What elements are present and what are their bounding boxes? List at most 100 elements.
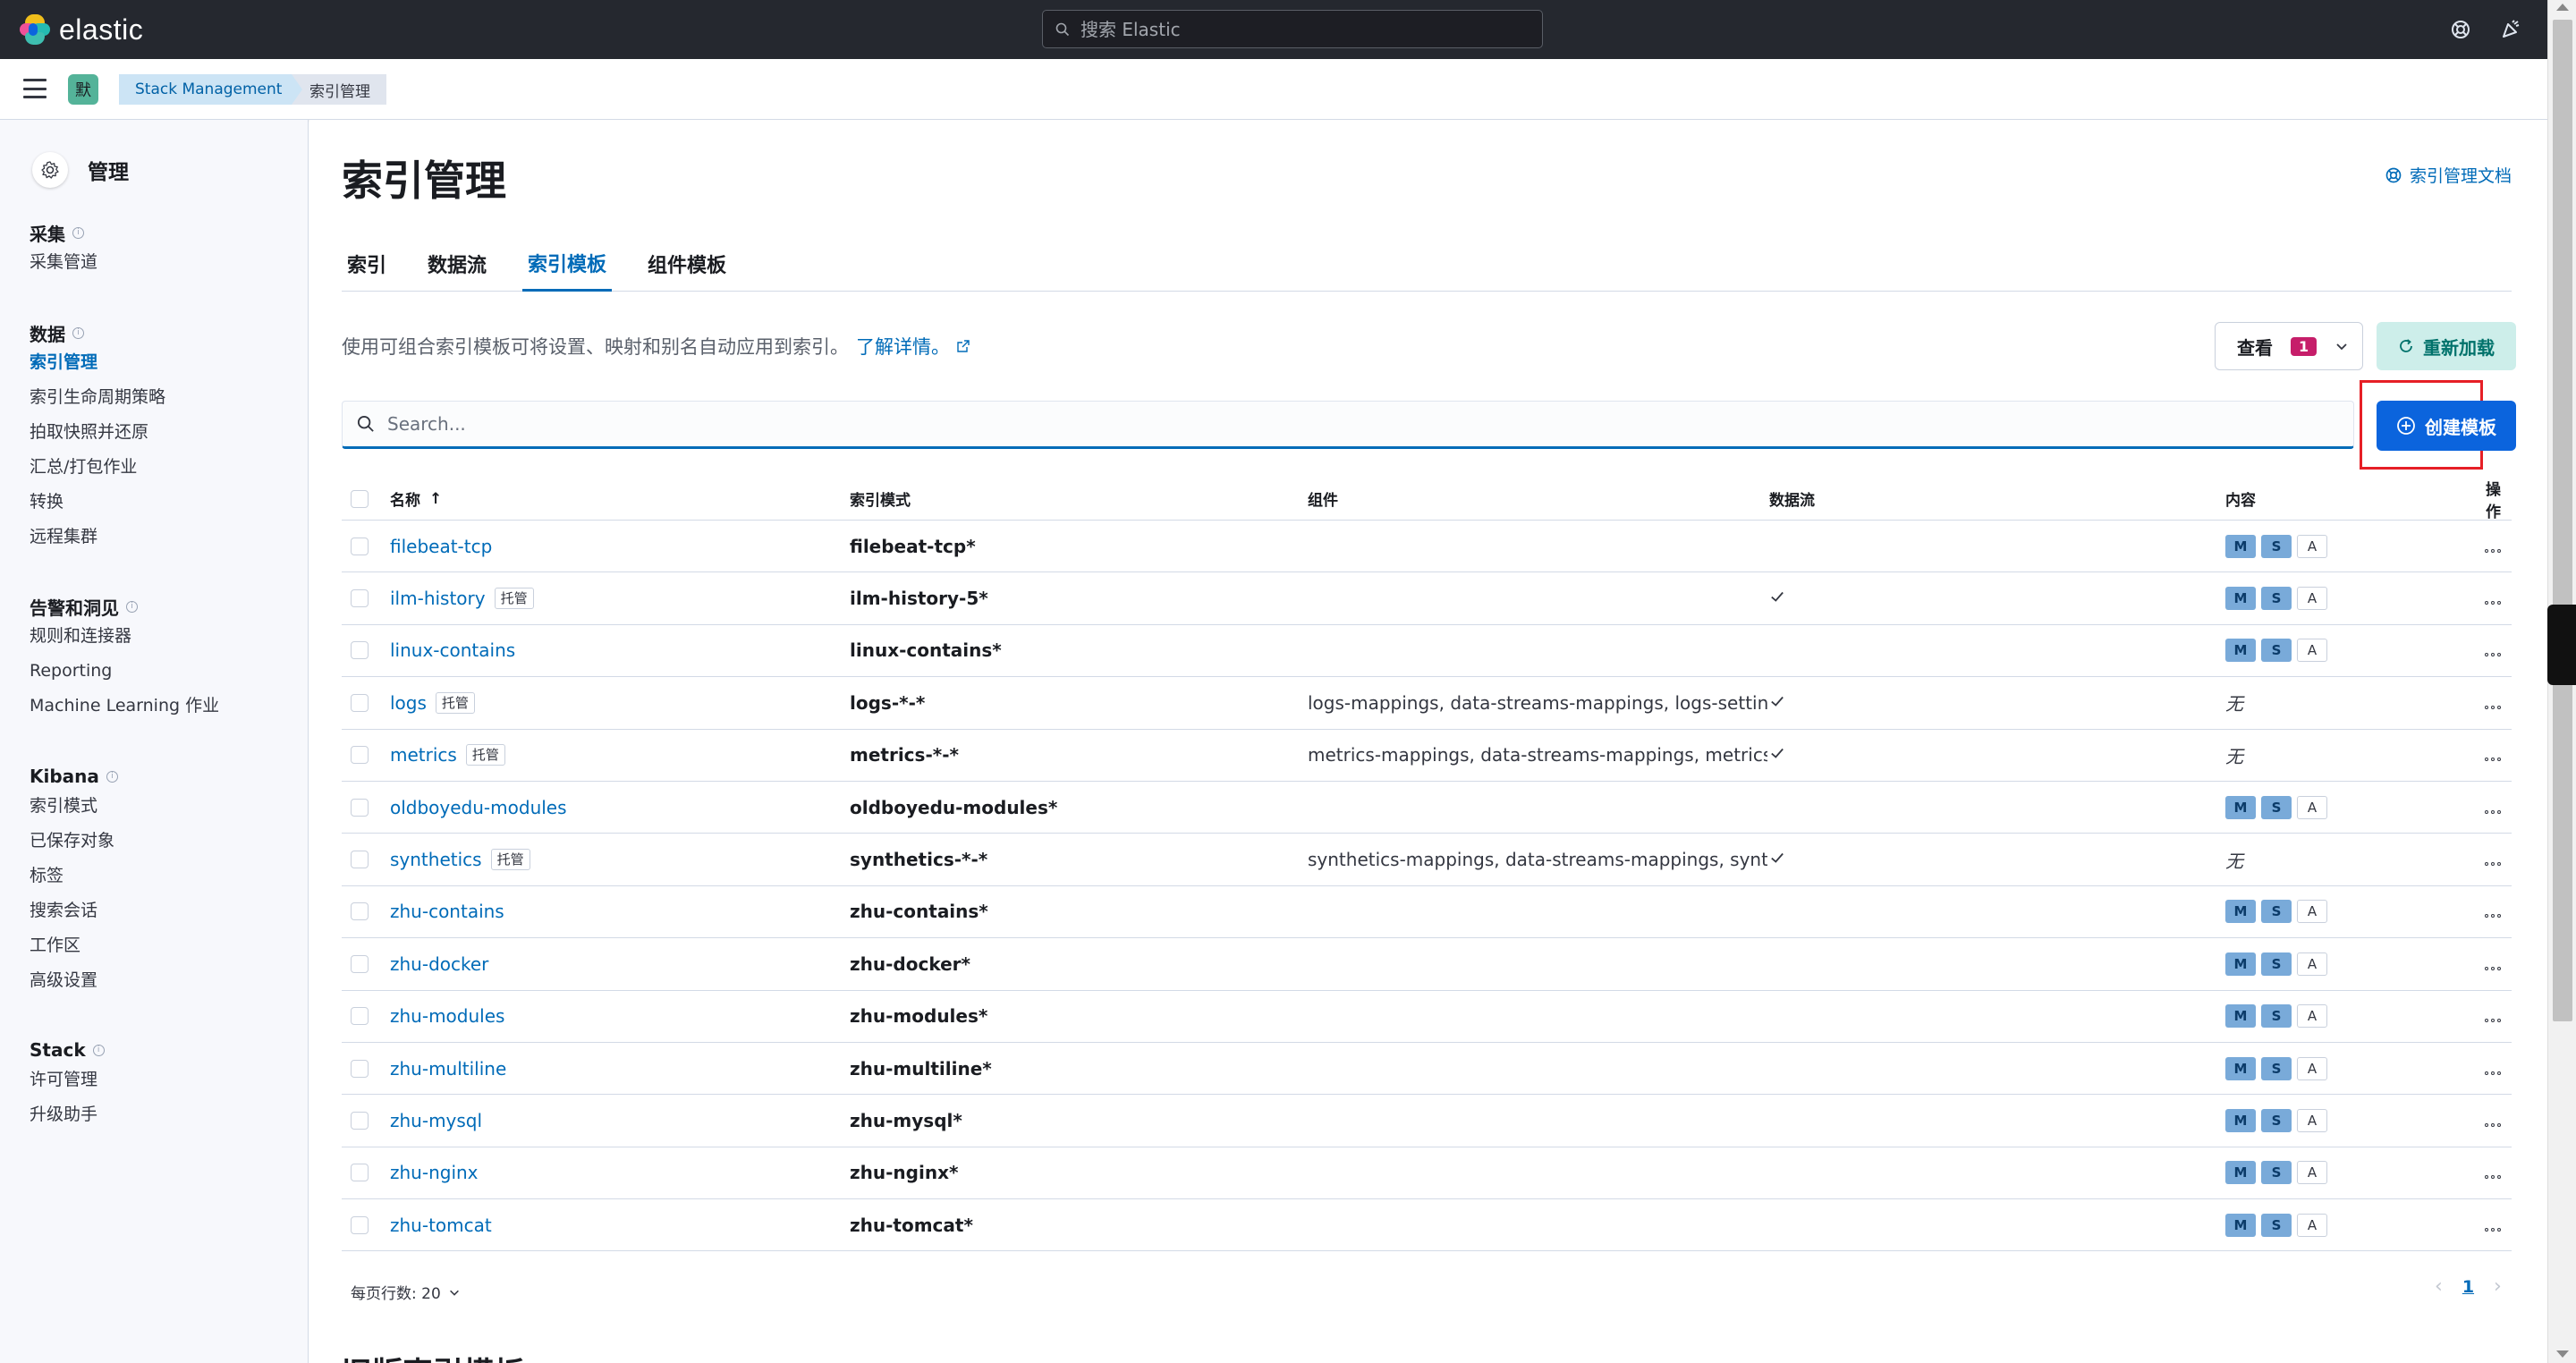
row-checkbox[interactable]	[351, 641, 369, 660]
sidebar-item-index-management[interactable]: 索引管理	[30, 345, 165, 380]
row-checkbox[interactable]	[351, 537, 369, 555]
content-cell: MSA	[2225, 639, 2472, 663]
sidebar-item-tags[interactable]: 标签	[30, 859, 118, 893]
row-checkbox[interactable]	[351, 1215, 369, 1234]
template-name-link[interactable]: zhu-mysql	[390, 1110, 482, 1131]
row-actions-icon[interactable]	[2485, 862, 2501, 867]
row-checkbox[interactable]	[351, 1111, 369, 1130]
row-checkbox[interactable]	[351, 1007, 369, 1026]
sidebar-item-remote-clusters[interactable]: 远程集群	[30, 520, 165, 555]
row-checkbox[interactable]	[351, 1059, 369, 1078]
sidebar-item-license-management[interactable]: 许可管理	[30, 1062, 105, 1097]
scroll-up-icon[interactable]	[2556, 4, 2569, 11]
template-name-link[interactable]: zhu-nginx	[390, 1162, 479, 1183]
sidebar-item-snapshot-restore[interactable]: 拍取快照并还原	[30, 415, 165, 450]
sidebar-item-ingest-pipelines[interactable]: 采集管道	[30, 245, 97, 280]
learn-more-link[interactable]: 了解详情。	[856, 333, 950, 360]
sidebar-item-index-patterns[interactable]: 索引模式	[30, 789, 118, 824]
info-icon[interactable]: i	[72, 226, 84, 239]
tab-indices[interactable]: 索引	[342, 236, 392, 292]
news-feed-icon[interactable]	[2498, 17, 2523, 42]
template-name-link[interactable]: metrics	[390, 744, 457, 766]
row-actions-icon[interactable]	[2485, 809, 2501, 814]
sidebar-item-advanced-settings[interactable]: 高级设置	[30, 963, 118, 998]
row-checkbox[interactable]	[351, 589, 369, 608]
sidebar-item-upgrade-assistant[interactable]: 升级助手	[30, 1097, 105, 1132]
template-name-link[interactable]: zhu-docker	[390, 953, 488, 975]
settings-badge: S	[2261, 1108, 2292, 1132]
scrollbar-thumb[interactable]	[2553, 20, 2572, 1021]
row-actions-icon[interactable]	[2485, 548, 2501, 553]
row-actions-icon[interactable]	[2485, 1227, 2501, 1232]
chevron-right-icon[interactable]: ›	[2494, 1275, 2502, 1298]
info-icon[interactable]: i	[106, 770, 118, 783]
sidebar-item-reporting[interactable]: Reporting	[30, 654, 219, 689]
row-actions-icon[interactable]	[2485, 1175, 2501, 1180]
filter-count-badge: 1	[2291, 336, 2318, 356]
scroll-down-icon[interactable]	[2556, 1350, 2569, 1358]
info-icon[interactable]: i	[72, 326, 84, 339]
menu-icon[interactable]	[23, 79, 47, 98]
template-name-link[interactable]: zhu-multiline	[390, 1058, 506, 1079]
info-icon[interactable]: i	[92, 1044, 105, 1056]
template-name-link[interactable]: synthetics	[390, 849, 482, 870]
help-icon[interactable]	[2448, 17, 2473, 42]
row-actions-icon[interactable]	[2485, 1071, 2501, 1075]
tab-component-templates[interactable]: 组件模板	[642, 236, 732, 292]
row-actions-icon[interactable]	[2485, 653, 2501, 657]
row-actions-icon[interactable]	[2485, 758, 2501, 762]
docs-link[interactable]: 索引管理文档	[2385, 163, 2512, 187]
rows-per-page-selector[interactable]: 每页行数: 20	[351, 1281, 461, 1303]
breadcrumb-stack-management[interactable]: Stack Management	[119, 74, 312, 105]
row-checkbox[interactable]	[351, 851, 369, 869]
sidebar-item-saved-objects[interactable]: 已保存对象	[30, 824, 118, 859]
template-name-link[interactable]: ilm-history	[390, 588, 486, 609]
sidebar-item-rollup-jobs[interactable]: 汇总/打包作业	[30, 450, 165, 485]
row-checkbox[interactable]	[351, 954, 369, 973]
row-checkbox[interactable]	[351, 746, 369, 765]
template-name-link[interactable]: zhu-modules	[390, 1005, 504, 1027]
template-name-link[interactable]: oldboyedu-modules	[390, 797, 567, 818]
template-search[interactable]	[342, 401, 2354, 449]
sidebar-item-transforms[interactable]: 转换	[30, 485, 165, 520]
row-checkbox[interactable]	[351, 902, 369, 921]
aliases-badge: A	[2297, 1056, 2327, 1080]
template-name-link[interactable]: zhu-tomcat	[390, 1215, 492, 1236]
template-name-link[interactable]: logs	[390, 692, 427, 714]
chevron-left-icon[interactable]: ‹	[2435, 1275, 2443, 1298]
template-search-input[interactable]	[387, 413, 2310, 435]
global-search[interactable]	[1042, 10, 1543, 48]
create-template-button[interactable]: 创建模板	[2377, 401, 2516, 451]
tab-index-templates[interactable]: 索引模板	[522, 236, 613, 292]
row-checkbox[interactable]	[351, 1164, 369, 1182]
elastic-logo[interactable]: elastic	[20, 13, 143, 46]
row-actions-icon[interactable]	[2485, 1122, 2501, 1127]
row-actions-icon[interactable]	[2485, 705, 2501, 709]
reload-button[interactable]: 重新加载	[2377, 322, 2516, 370]
row-checkbox[interactable]	[351, 798, 369, 817]
template-name-link[interactable]: filebeat-tcp	[390, 536, 492, 557]
view-filter-button[interactable]: 查看 1	[2215, 322, 2363, 370]
sidebar-item-ml-jobs[interactable]: Machine Learning 作业	[30, 689, 219, 724]
template-name-link[interactable]: zhu-contains	[390, 901, 504, 922]
template-name-link[interactable]: linux-contains	[390, 639, 515, 661]
row-actions-icon[interactable]	[2485, 966, 2501, 970]
page-title: 索引管理	[342, 157, 506, 205]
sidebar-item-search-sessions[interactable]: 搜索会话	[30, 893, 118, 928]
page-number-current[interactable]: 1	[2462, 1277, 2474, 1297]
column-header-name[interactable]: 名称 ↑	[390, 487, 850, 511]
space-avatar[interactable]: 默	[68, 74, 98, 105]
row-actions-icon[interactable]	[2485, 914, 2501, 919]
sidebar-item-rules-connectors[interactable]: 规则和连接器	[30, 619, 219, 654]
sidebar-item-ilm-policies[interactable]: 索引生命周期策略	[30, 380, 165, 415]
row-checkbox[interactable]	[351, 693, 369, 712]
floating-side-widget[interactable]	[2547, 605, 2576, 685]
info-icon[interactable]: i	[126, 600, 138, 613]
sidebar-item-spaces[interactable]: 工作区	[30, 928, 118, 963]
global-search-input[interactable]	[1080, 18, 1510, 40]
row-actions-icon[interactable]	[2485, 1019, 2501, 1023]
tab-data-streams[interactable]: 数据流	[422, 236, 492, 292]
select-all-checkbox[interactable]	[351, 489, 369, 508]
row-actions-icon[interactable]	[2485, 601, 2501, 605]
column-header-actions: 操作	[2486, 480, 2501, 521]
